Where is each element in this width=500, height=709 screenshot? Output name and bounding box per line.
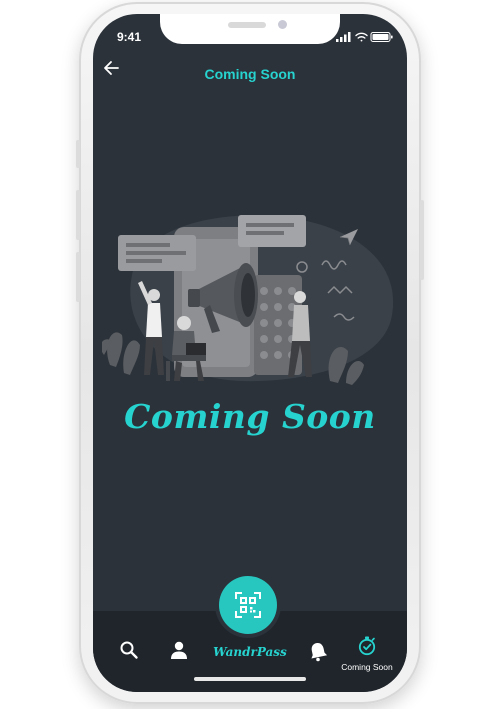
wandrpass-tab-label[interactable]: WandrPass — [204, 645, 296, 659]
user-icon[interactable] — [169, 640, 189, 660]
megaphone-illustration — [102, 215, 394, 385]
mute-switch — [76, 140, 80, 168]
volume-up-button — [76, 190, 80, 240]
bell-icon[interactable] — [307, 640, 329, 662]
back-arrow-icon[interactable] — [102, 59, 122, 77]
volume-down-button — [76, 252, 80, 302]
speaker-grille — [228, 22, 266, 28]
speech-bubble-top — [238, 215, 306, 247]
power-button — [420, 200, 424, 280]
notch — [160, 14, 340, 44]
coming-soon-headline: Coming Soon — [124, 397, 376, 436]
qr-code-icon — [235, 592, 261, 618]
status-icons — [336, 32, 393, 42]
signal-icon — [336, 32, 351, 42]
stopwatch-icon — [358, 636, 376, 656]
search-icon[interactable] — [119, 640, 139, 660]
coming-soon-tab-label: Coming Soon — [341, 662, 393, 672]
speech-bubble-left — [118, 235, 196, 271]
coming-soon-tab[interactable]: Coming Soon — [338, 636, 396, 672]
battery-icon — [370, 32, 393, 42]
wandrpass-qr-button[interactable] — [219, 576, 277, 634]
front-camera — [278, 20, 287, 29]
page-title: Coming Soon — [204, 66, 296, 82]
home-indicator — [194, 677, 306, 681]
status-time: 9:41 — [117, 30, 142, 44]
plant-left — [102, 332, 140, 375]
wifi-icon — [355, 32, 368, 42]
